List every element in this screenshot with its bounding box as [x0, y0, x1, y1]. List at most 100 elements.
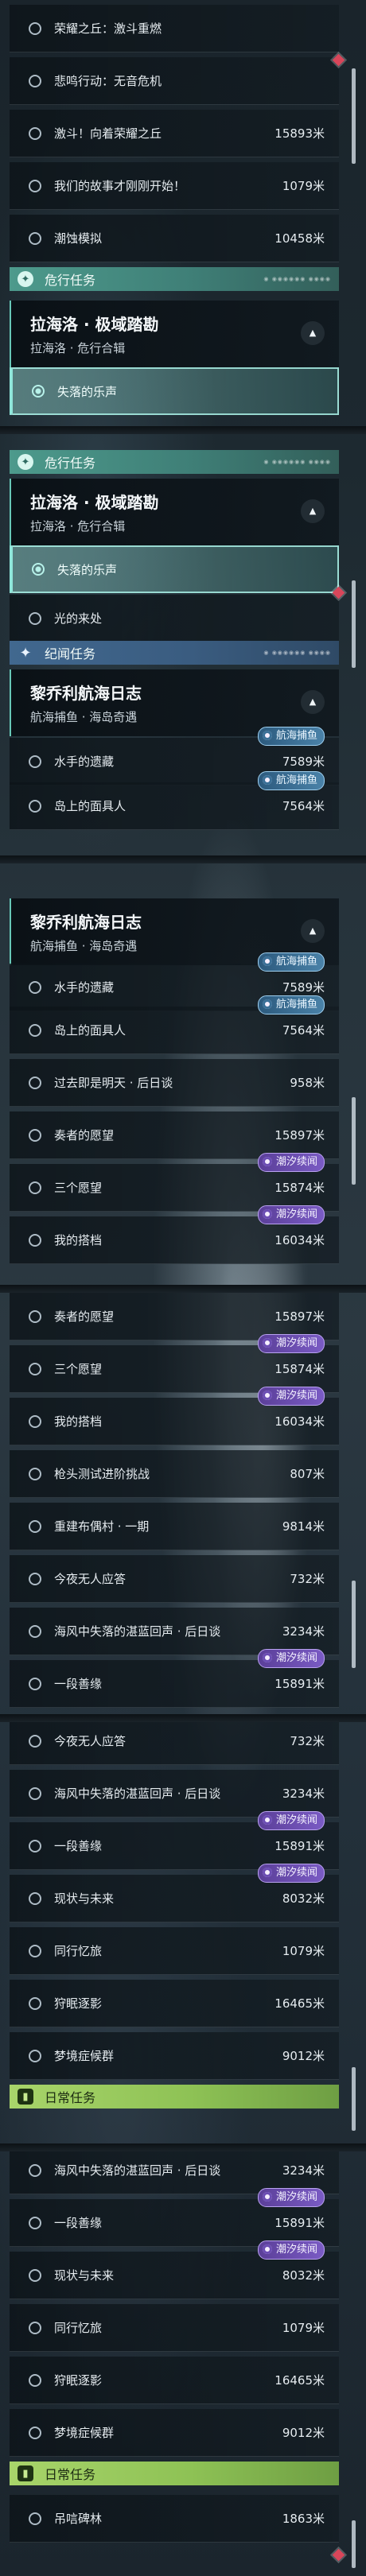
quest-distance: 7589米 [282, 980, 325, 995]
quest-row[interactable]: 岛上的面具人 7564米 航海捕鱼 [10, 771, 339, 830]
quest-row[interactable]: 同行忆旅 1079米 [10, 2304, 339, 2352]
quest-row[interactable]: 一段善缘 15891米 潮汐续闻 [10, 1649, 339, 1708]
quest-row[interactable]: 奏者的愿望 15897米 [10, 1293, 339, 1340]
quest-row[interactable]: 岛上的面具人 7564米 航海捕鱼 [10, 995, 339, 1054]
collapse-chevron-icon[interactable]: ▲ [301, 690, 325, 714]
quest-row[interactable]: 激斗！向着荣耀之丘 15893米 [10, 110, 339, 157]
quest-row[interactable]: 一段善缘 15891米 潮汐续闻 [10, 1811, 339, 1870]
scrollbar-thumb[interactable] [352, 580, 356, 668]
quest-group-subtitle: 航海捕鱼 · 海岛奇遇 [30, 710, 138, 724]
quest-group-header[interactable]: 拉海洛 · 极域踏勘 拉海洛 · 危行合辑 ▲ [10, 301, 339, 367]
collapse-chevron-icon[interactable]: ▲ [301, 499, 325, 523]
category-header[interactable]: ✦ 危行任务 ◉ ◉◉◉◉◉◉ ◉◉◉◉ [10, 267, 339, 291]
quest-name: 岛上的面具人 [54, 799, 127, 813]
quest-group-subtitle: 拉海洛 · 危行合辑 [30, 341, 126, 355]
quest-row[interactable]: 梦境症候群 9012米 [10, 2032, 339, 2080]
category-icon: ▮ [18, 2089, 33, 2105]
quest-row[interactable]: 狩眠逐影 16465米 [10, 2357, 339, 2404]
quest-row[interactable]: 失落的乐声 [10, 545, 339, 593]
quest-name: 枪头测试进阶挑战 [54, 1467, 150, 1481]
quest-row[interactable]: 潮蚀模拟 10458米 [10, 215, 339, 262]
quest-radio-icon [29, 1839, 41, 1852]
quest-row[interactable]: 我们的故事才刚刚开始！ 1079米 [10, 162, 339, 210]
quest-distance: 15891米 [274, 2216, 325, 2230]
quest-row[interactable]: 过去即是明天 · 后日谈 958米 [10, 1059, 339, 1107]
category-icon: ▮ [18, 2465, 33, 2481]
quest-row[interactable]: 奏者的愿望 15897米 [10, 1111, 339, 1159]
quest-distance: 16465米 [274, 2373, 325, 2388]
quest-radio-icon [29, 1128, 41, 1142]
category-header[interactable]: ✦ 危行任务 ◉ ◉◉◉◉◉◉ ◉◉◉◉ [10, 450, 339, 474]
collapse-chevron-icon[interactable]: ▲ [301, 919, 325, 943]
quest-name: 我的搭档 [54, 1414, 103, 1429]
quest-name: 水手的遗藏 [54, 755, 115, 769]
quest-distance: 1079米 [282, 179, 325, 193]
quest-row[interactable]: 我的搭档 16034米 潮汐续闻 [10, 1387, 339, 1445]
category-header[interactable]: ▮ 日常任务 [10, 2462, 339, 2485]
quest-row[interactable]: 同行忆旅 1079米 [10, 1927, 339, 1975]
quest-row[interactable]: 狩眠逐影 16465米 [10, 1980, 339, 2027]
quest-radio-icon [29, 126, 41, 140]
quest-row[interactable]: 悲鸣行动：无音危机 [10, 57, 339, 105]
quest-row[interactable]: 吊唁碑林 1863米 [10, 2495, 339, 2543]
quest-distance: 15874米 [274, 1181, 325, 1195]
category-decoration: ◉ ◉◉◉◉◉◉ ◉◉◉◉ [263, 459, 331, 465]
quest-radio-icon [29, 2426, 41, 2439]
quest-name: 水手的遗藏 [54, 980, 115, 995]
quest-row[interactable]: 一段善缘 15891米 潮汐续闻 [10, 2188, 339, 2247]
quest-name: 同行忆旅 [54, 1944, 103, 1958]
quest-row[interactable]: 三个愿望 15874米 潮汐续闻 [10, 1153, 339, 1212]
quest-row[interactable]: 荣耀之丘：激斗重燃 [10, 5, 339, 52]
collapse-chevron-icon[interactable]: ▲ [301, 321, 325, 345]
quest-name: 失落的乐声 [57, 384, 118, 399]
quest-radio-icon [29, 1233, 41, 1247]
quest-row[interactable]: 今夜无人应答 732米 [10, 1555, 339, 1603]
quest-row[interactable]: 我的搭档 16034米 潮汐续闻 [10, 1205, 339, 1264]
scrollbar-thumb[interactable] [352, 68, 356, 164]
quest-group-header[interactable]: 拉海洛 · 极域踏勘 拉海洛 · 危行合辑 ▲ [10, 479, 339, 545]
scrollbar-thumb[interactable] [352, 1581, 356, 1668]
quest-tag-badge: 航海捕鱼 [257, 952, 325, 972]
quest-row[interactable]: 海风中失落的湛蓝回声 · 后日谈 3234米 [10, 1770, 339, 1818]
scrollbar-thumb[interactable] [352, 2520, 356, 2568]
quest-row[interactable]: 梦境症候群 9012米 [10, 2409, 339, 2457]
quest-distance: 8032米 [282, 1891, 325, 1906]
quest-row[interactable]: 枪头测试进阶挑战 807米 [10, 1450, 339, 1498]
quest-radio-icon [29, 1624, 41, 1638]
quest-radio-icon [29, 74, 41, 87]
quest-distance: 16034米 [274, 1414, 325, 1429]
quest-distance: 8032米 [282, 2268, 325, 2283]
quest-name: 光的来处 [54, 611, 103, 626]
category-header[interactable]: ✦ 纪闻任务 ◉ ◉◉◉◉◉◉ ◉◉◉◉ [10, 641, 339, 665]
quest-row[interactable]: 现状与未来 8032米 潮汐续闻 [10, 1864, 339, 1922]
quest-distance: 3234米 [282, 1787, 325, 1801]
quest-distance: 15897米 [274, 1128, 325, 1143]
quest-name: 一段善缘 [54, 1677, 103, 1691]
category-header[interactable]: ▮ 日常任务 [10, 2085, 339, 2109]
quest-row[interactable]: 现状与未来 8032米 潮汐续闻 [10, 2240, 339, 2299]
scrollbar-thumb[interactable] [352, 2067, 356, 2131]
quest-row[interactable]: 今夜无人应答 732米 [10, 1717, 339, 1765]
quest-distance: 9814米 [282, 1519, 325, 1534]
quest-row[interactable]: 海风中失落的湛蓝回声 · 后日谈 3234米 [10, 2147, 339, 2194]
quest-distance: 1079米 [282, 2321, 325, 2335]
quest-distance: 807米 [290, 1467, 325, 1481]
quest-tag-badge: 航海捕鱼 [257, 727, 325, 746]
quest-radio-icon [29, 1023, 41, 1037]
quest-row[interactable]: 海风中失落的湛蓝回声 · 后日谈 3234米 [10, 1608, 339, 1655]
quest-name: 过去即是明天 · 后日谈 [54, 1076, 173, 1090]
quest-distance: 1863米 [282, 2512, 325, 2526]
quest-row[interactable]: 光的来处 [10, 595, 339, 642]
quest-row[interactable]: 失落的乐声 [10, 367, 339, 415]
quest-distance: 7564米 [282, 1023, 325, 1038]
quest-name: 三个愿望 [54, 1362, 103, 1376]
quest-radio-icon [29, 179, 41, 192]
quest-distance: 16465米 [274, 1996, 325, 2011]
quest-distance: 732米 [290, 1734, 325, 1748]
quest-name: 三个愿望 [54, 1181, 103, 1195]
quest-radio-icon [29, 1944, 41, 1957]
quest-row[interactable]: 三个愿望 15874米 潮汐续闻 [10, 1334, 339, 1393]
scrollbar-thumb[interactable] [352, 1097, 356, 1185]
quest-row[interactable]: 重建布偶村 · 一期 9814米 [10, 1503, 339, 1550]
category-title: 危行任务 [45, 456, 96, 471]
